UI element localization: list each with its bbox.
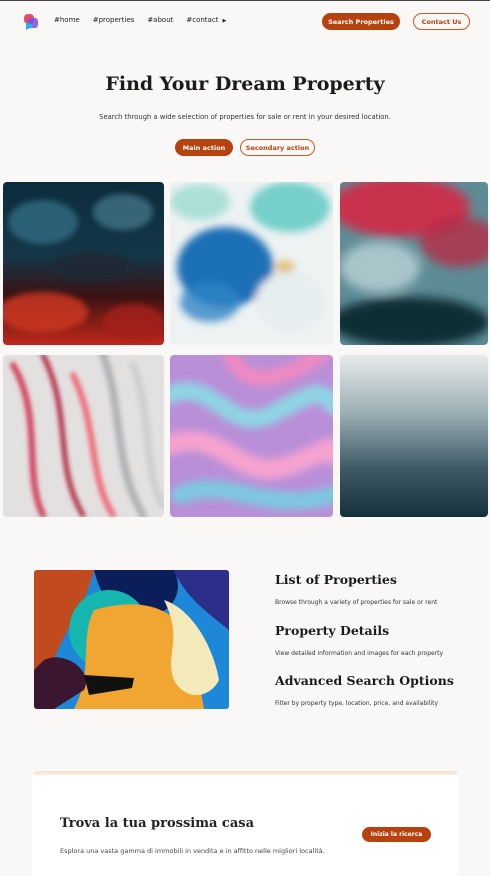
nav-link-contact[interactable]: #contact ▶ <box>186 16 226 24</box>
cta-title: Trova la tua prossima casa <box>60 816 255 831</box>
gallery-tile-2[interactable] <box>170 182 333 345</box>
feature-desc-details: View detailed information and images for… <box>275 650 444 657</box>
gallery-tile-4[interactable] <box>3 355 164 517</box>
gallery-tile-6[interactable] <box>340 355 488 517</box>
feature-title-search: Advanced Search Options <box>275 673 454 688</box>
nav-link-properties[interactable]: #properties <box>93 16 135 24</box>
top-navbar: #home #properties #about #contact ▶ Searc… <box>0 0 490 40</box>
hero-subtitle: Search through a wide selection of prope… <box>99 113 391 121</box>
start-search-button[interactable]: Inizia la ricerca <box>362 827 431 842</box>
nav-link-contact-label: #contact <box>186 16 219 24</box>
caret-right-icon: ▶ <box>222 18 227 24</box>
feature-desc-search: Filter by property type, location, price… <box>275 700 439 707</box>
cta-description: Esplora una vasta gamma di immobili in v… <box>60 847 325 855</box>
feature-title-details: Property Details <box>275 623 390 638</box>
nav-links: #home #properties #about #contact ▶ <box>54 16 239 24</box>
feature-title-listing: List of Properties <box>275 572 397 587</box>
secondary-action-button[interactable]: Secondary action <box>240 139 315 156</box>
feature-illustration <box>34 570 229 709</box>
nav-link-about[interactable]: #about <box>147 16 173 24</box>
main-action-button[interactable]: Main action <box>175 139 233 156</box>
gallery-tile-1[interactable] <box>3 182 164 345</box>
hero-title: Find Your Dream Property <box>105 73 385 95</box>
nav-link-home[interactable]: #home <box>54 16 80 24</box>
gallery-tile-3[interactable] <box>340 182 488 345</box>
feature-desc-listing: Browse through a variety of properties f… <box>275 599 438 606</box>
brand-logo-icon[interactable] <box>22 13 40 31</box>
contact-us-button[interactable]: Contact Us <box>413 13 470 30</box>
gallery-tile-5[interactable] <box>170 355 333 517</box>
search-properties-button[interactable]: Search Properties <box>322 13 400 30</box>
